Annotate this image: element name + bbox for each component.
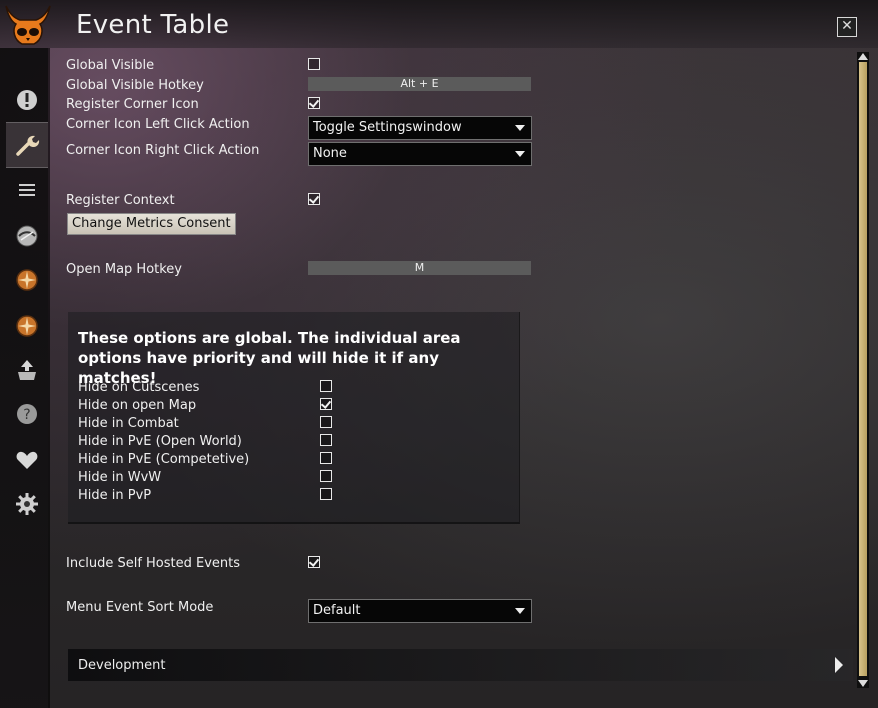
global-visible-hotkey-field[interactable]: Alt + E — [308, 77, 531, 91]
hide-option-label: Hide in PvE (Open World) — [78, 434, 242, 449]
sidebar-item-settings[interactable] — [6, 122, 48, 168]
scroll-up-arrow-icon[interactable] — [858, 53, 868, 60]
heart-icon — [16, 451, 38, 469]
include-self-hosted-checkbox[interactable] — [308, 556, 320, 568]
sidebar-item-compass-2[interactable] — [6, 304, 48, 348]
include-self-hosted-label: Include Self Hosted Events — [66, 556, 241, 571]
menu-event-sort-mode-value: Default — [313, 603, 361, 618]
wrench-icon — [16, 135, 40, 156]
scroll-thumb[interactable] — [859, 62, 867, 676]
scrollbar[interactable] — [857, 52, 869, 688]
global-visible-label: Global Visible — [66, 58, 155, 73]
sidebar-item-gem[interactable] — [6, 214, 48, 258]
help-icon: ? — [17, 404, 37, 424]
hide-option-label: Hide in PvE (Competetive) — [78, 452, 250, 467]
hide-on-open-map-checkbox[interactable] — [320, 398, 332, 410]
hide-option-label: Hide in Combat — [78, 416, 179, 431]
compass-icon — [16, 269, 38, 291]
upload-icon — [18, 360, 36, 380]
scroll-down-arrow-icon[interactable] — [858, 680, 868, 687]
hide-in-combat-checkbox[interactable] — [320, 416, 332, 428]
sidebar-item-upload[interactable] — [6, 348, 48, 392]
register-corner-icon-label: Register Corner Icon — [66, 97, 199, 112]
hide-on-cutscenes-checkbox[interactable] — [320, 380, 332, 392]
chevron-down-icon — [515, 151, 525, 157]
chevron-right-icon — [835, 657, 843, 673]
global-visible-hotkey-label: Global Visible Hotkey — [66, 78, 204, 93]
hide-option-label: Hide on open Map — [78, 398, 197, 413]
menu-event-sort-mode-dropdown[interactable]: Default — [308, 599, 532, 623]
corner-right-click-label: Corner Icon Right Click Action — [66, 143, 260, 158]
open-map-hotkey-label: Open Map Hotkey — [66, 262, 183, 277]
global-options-title: These options are global. The individual… — [78, 329, 461, 387]
development-section-header[interactable]: Development — [68, 649, 853, 681]
menu-event-sort-mode-label: Menu Event Sort Mode — [66, 600, 214, 615]
close-icon: ✕ — [841, 18, 853, 34]
hide-option-label: Hide in PvP — [78, 488, 152, 503]
compass-icon — [16, 315, 38, 337]
corner-left-click-label: Corner Icon Left Click Action — [66, 117, 250, 132]
gem-icon — [16, 225, 38, 247]
sidebar-item-alert[interactable] — [6, 78, 48, 122]
hide-in-pvp-checkbox[interactable] — [320, 488, 332, 500]
corner-right-click-value: None — [313, 146, 347, 161]
hide-option-label: Hide on Cutscenes — [78, 380, 200, 395]
chevron-down-icon — [515, 125, 525, 131]
global-visible-checkbox[interactable] — [308, 58, 320, 70]
change-metrics-consent-button[interactable]: Change Metrics Consent — [67, 213, 236, 235]
sidebar-item-compass-1[interactable] — [6, 258, 48, 302]
sidebar-divider — [48, 48, 50, 708]
register-corner-icon-checkbox[interactable] — [308, 97, 320, 109]
register-context-label: Register Context — [66, 193, 175, 208]
horned-skull-logo-icon — [5, 5, 51, 45]
window-title: Event Table — [76, 10, 230, 40]
corner-left-click-value: Toggle Settingswindow — [313, 120, 462, 135]
gear-icon — [16, 493, 38, 515]
sidebar-item-help[interactable]: ? — [6, 392, 48, 436]
corner-right-click-dropdown[interactable]: None — [308, 142, 532, 166]
sidebar-item-list[interactable] — [6, 168, 48, 212]
hide-in-wvw-checkbox[interactable] — [320, 470, 332, 482]
hide-in-pve-competetive-checkbox[interactable] — [320, 452, 332, 464]
development-label: Development — [78, 658, 166, 673]
corner-left-click-dropdown[interactable]: Toggle Settingswindow — [308, 116, 532, 140]
sidebar-item-gear[interactable] — [6, 482, 48, 526]
sidebar-item-heart[interactable] — [6, 438, 48, 482]
hide-option-label: Hide in WvW — [78, 470, 162, 485]
chevron-down-icon — [515, 608, 525, 614]
hide-in-pve-open-world-checkbox[interactable] — [320, 434, 332, 446]
settings-window: Event Table ✕ ? Global Visible Global Vi… — [0, 0, 878, 708]
svg-text:?: ? — [23, 407, 30, 423]
alert-icon — [17, 90, 37, 110]
sidebar: ? — [0, 48, 48, 708]
close-button[interactable]: ✕ — [837, 17, 857, 37]
list-icon — [19, 184, 35, 196]
open-map-hotkey-field[interactable]: M — [308, 261, 531, 275]
title-bar[interactable]: Event Table ✕ — [0, 0, 878, 48]
register-context-checkbox[interactable] — [308, 193, 320, 205]
